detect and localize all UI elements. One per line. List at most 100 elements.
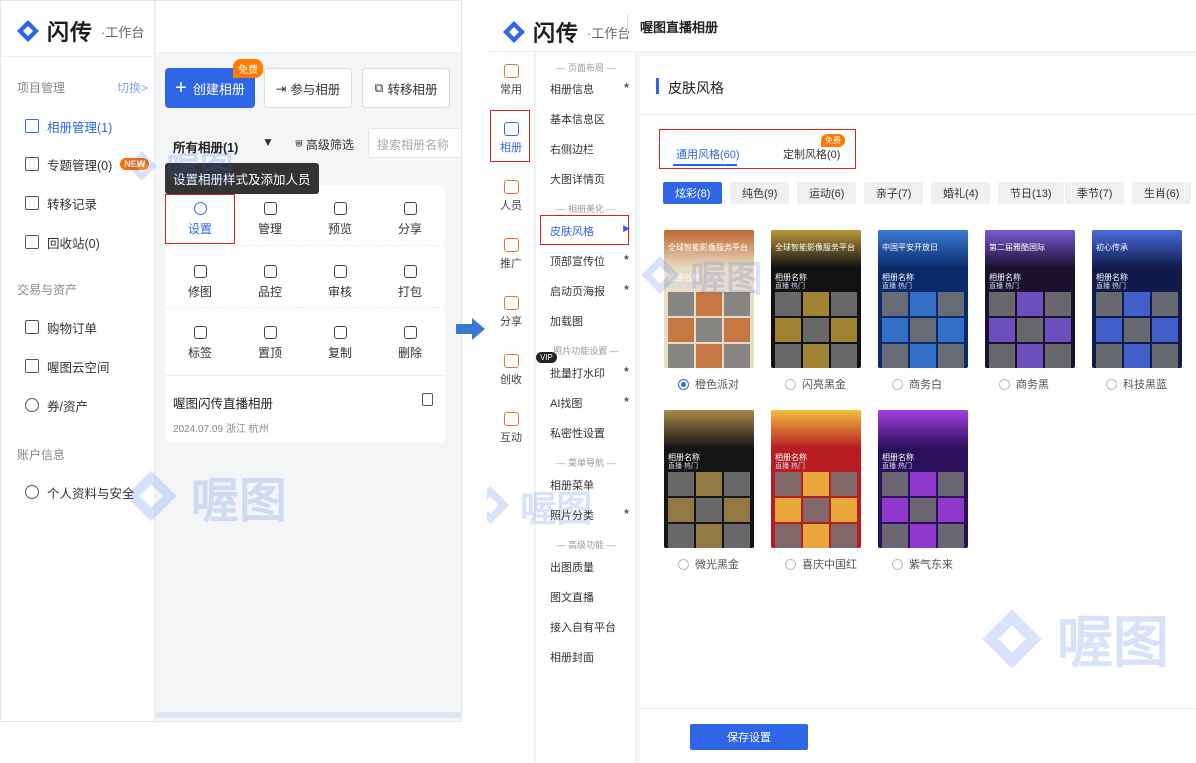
menu-item[interactable]: 接入自有平台 [550, 619, 630, 635]
scrollbar[interactable] [156, 712, 461, 718]
skin-thumbnail[interactable]: 中国平安开放日 相册名称 直播 热门 [878, 230, 968, 368]
photo-placeholder [724, 292, 750, 316]
sidebar-item-recycle-bin[interactable]: 回收站(0) [25, 231, 100, 253]
sidebar-item-album-manage[interactable]: 相册管理(1) [25, 115, 112, 137]
switch-link[interactable]: 切换> [117, 79, 148, 96]
review-action-button[interactable]: 审核 [305, 257, 375, 307]
all-albums-filter[interactable]: 所有相册(1) [173, 137, 238, 156]
skin-thumbnail[interactable]: 相册名称 直播 热门 [771, 410, 861, 548]
rail-item-revenue[interactable]: 创收 [487, 354, 535, 387]
download-action-button[interactable]: 打包 [375, 257, 445, 307]
photo-placeholder [775, 524, 801, 548]
menu-item[interactable]: 右侧边栏 [550, 141, 630, 157]
advanced-filter-button[interactable]: ⩐ 高级筛选 [295, 136, 354, 153]
plus-icon: + [175, 77, 187, 99]
save-settings-button[interactable]: 保存设置 [690, 724, 808, 750]
skin-radio[interactable]: 喜庆中国红 [785, 556, 857, 572]
search-input[interactable]: 搜索相册名称 [368, 128, 461, 158]
thumbnail-tabs: 直播 热门 [1096, 283, 1126, 290]
photo-placeholder [831, 344, 857, 368]
menu-item[interactable]: 私密性设置 [550, 425, 630, 441]
menu-item[interactable]: AI找图 ★ [550, 395, 630, 411]
menu-item[interactable]: 批量打水印 ★ [550, 365, 630, 381]
photo-placeholder [938, 292, 964, 316]
skin-thumbnail[interactable]: 初心传承 相册名称 直播 热门 [1092, 230, 1182, 368]
sidebar-item-cloud-space[interactable]: 喔图云空间 [25, 355, 110, 377]
tag-action-button[interactable]: 标签 [165, 318, 235, 368]
preview-action-button[interactable]: 预览 [305, 194, 375, 244]
retouch-action-button[interactable]: 修图 [165, 257, 235, 307]
skin-thumbnail[interactable]: 全球智能影像服务平台 相册名称 直播 热门 [771, 230, 861, 368]
settings-action-button[interactable]: 设置 [165, 194, 235, 244]
rail-item-people[interactable]: 人员 [487, 180, 535, 213]
photo-placeholder [1045, 318, 1071, 342]
photo-placeholder [910, 318, 936, 342]
tab-custom-styles[interactable]: 定制风格(0) [783, 146, 840, 162]
transfer-album-button[interactable]: ⧉ 转移相册 [362, 68, 450, 108]
style-chip[interactable]: 婚礼(4) [931, 182, 991, 204]
sidebar-item-orders[interactable]: 购物订单 [25, 316, 97, 338]
menu-item[interactable]: 加载图 [550, 313, 630, 329]
skin-thumbnail[interactable]: 第二届雅酷国际 相册名称 直播 热门 [985, 230, 1075, 368]
join-album-button[interactable]: ⇥ 参与相册 [264, 68, 352, 108]
menu-item[interactable]: 启动页海报 ★ [550, 283, 630, 299]
menu-group-label: — 相册美化 — [556, 204, 616, 214]
menu-item[interactable]: 基本信息区 [550, 111, 630, 127]
share-action-button[interactable]: 分享 [375, 194, 445, 244]
interact-icon [503, 412, 519, 426]
thumbnail-header: 第二届雅酷国际 [985, 230, 1075, 268]
shield-icon [263, 264, 277, 278]
album-actions: 设置 管理 预览 分享修图 品控 审核 打包标签 置顶 复制 删除 [165, 185, 445, 376]
skin-radio[interactable]: 商务白 [892, 376, 942, 392]
style-chip[interactable]: 生肖(6) [1132, 182, 1192, 204]
skin-radio[interactable]: 微光黑金 [678, 556, 739, 572]
style-chip[interactable]: 纯色(9) [730, 182, 790, 204]
pin-top-action-button[interactable]: 置顶 [235, 318, 305, 368]
copy-action-button[interactable]: 复制 [305, 318, 375, 368]
new-badge: NEW [120, 158, 150, 170]
style-chip[interactable]: 运动(6) [797, 182, 857, 204]
style-chip[interactable]: 季节(7) [1065, 182, 1125, 204]
skin-radio[interactable]: 紫气东来 [892, 556, 953, 572]
sidebar-item-topic-manage[interactable]: 专题管理(0) NEW [25, 153, 150, 175]
sidebar-item-coupons[interactable]: 券/资产 [25, 394, 88, 416]
style-chip[interactable]: 炫彩(8) [663, 182, 723, 204]
shield-action-button[interactable]: 品控 [235, 257, 305, 307]
tab-general-styles[interactable]: 通用风格(60) [676, 146, 740, 162]
menu-item[interactable]: 大图详情页 [550, 171, 630, 187]
rail-item-interact[interactable]: 互动 [487, 412, 535, 445]
menu-item[interactable]: 顶部宣传位 ★ [550, 253, 630, 269]
menu-item-label: 相册信息 [550, 84, 594, 96]
skin-radio[interactable]: 橙色派对 [678, 376, 739, 392]
skin-radio[interactable]: 商务黑 [999, 376, 1049, 392]
skin-radio[interactable]: 闪亮黑金 [785, 376, 846, 392]
rail-item-star[interactable]: 常用 [487, 64, 535, 97]
photo-placeholder [882, 318, 908, 342]
menu-item[interactable]: 图文直播 [550, 589, 630, 605]
menu-item[interactable]: 相册菜单 [550, 477, 630, 493]
menu-item[interactable]: 照片分类 ★ [550, 507, 630, 523]
album-title[interactable]: 喔图闪传直播相册 [173, 393, 273, 412]
rail-item-share[interactable]: 分享 [487, 296, 535, 329]
caret-down-icon[interactable]: ▼ [262, 135, 274, 149]
skin-thumbnail[interactable]: 相册名称 直播 热门 [664, 410, 754, 548]
copy-icon [333, 325, 347, 339]
copy-icon[interactable] [422, 393, 433, 406]
sidebar-item-transfer-records[interactable]: 转移记录 [25, 192, 97, 214]
delete-action-button[interactable]: 删除 [375, 318, 445, 368]
style-chip[interactable]: 亲子(7) [864, 182, 924, 204]
sidebar-item-profile[interactable]: 个人资料与安全 [25, 481, 135, 503]
skin-thumbnail[interactable]: 全球智能影像服务平台 相册名称 直播 热门 [664, 230, 754, 368]
skin-thumbnail[interactable]: 相册名称 直播 热门 [878, 410, 968, 548]
style-chip[interactable]: 节日(13) [998, 182, 1064, 204]
photo-placeholder [1096, 318, 1122, 342]
radio-circle [892, 558, 903, 570]
radio-circle [1106, 378, 1117, 390]
menu-item[interactable]: 相册信息 ★ [550, 81, 630, 97]
menu-item[interactable]: 出图质量 [550, 559, 630, 575]
upload-action-button[interactable]: 管理 [235, 194, 305, 244]
settings-icon [193, 201, 207, 215]
menu-item[interactable]: 相册封面 [550, 649, 630, 665]
rail-item-promote[interactable]: 推广 [487, 238, 535, 271]
skin-radio[interactable]: 科技黑蓝 [1106, 376, 1167, 392]
